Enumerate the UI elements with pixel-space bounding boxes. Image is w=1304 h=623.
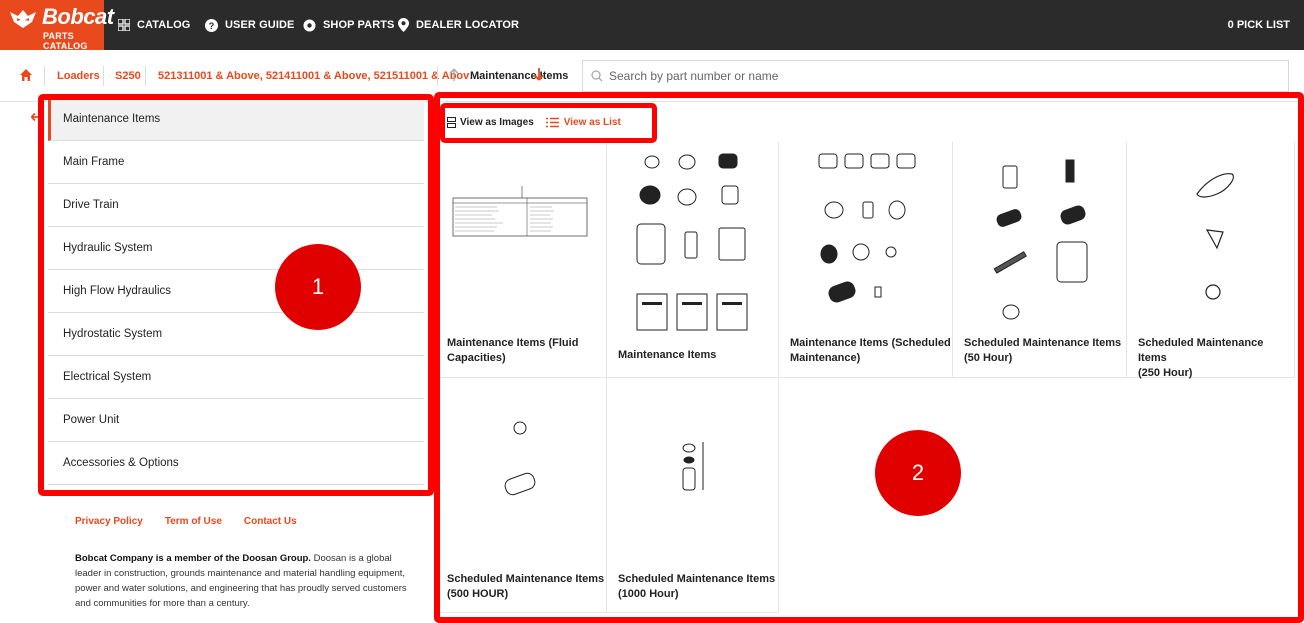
catalog-card-500-hour[interactable]: Scheduled Maintenance Items (500 HOUR) — [437, 378, 607, 613]
grid-view-icon — [447, 116, 456, 128]
annotation-marker-1: 1 — [275, 244, 361, 330]
bobcat-logo-icon — [10, 10, 36, 28]
catalog-card-maintenance-items[interactable]: Maintenance Items — [607, 142, 779, 378]
nav-dealer-locator[interactable]: DEALER LOCATOR — [398, 0, 519, 50]
view-as-images-label: View as Images — [460, 116, 534, 128]
card-title-line: Scheduled Maintenance Items — [1138, 337, 1264, 364]
500-hour-parts-image — [504, 421, 536, 496]
nav-shop-parts[interactable]: SHOP PARTS — [303, 0, 395, 50]
nav-shop-parts-label: SHOP PARTS — [323, 19, 395, 31]
terms-of-use-link[interactable]: Term of Use — [165, 516, 222, 527]
contact-us-link[interactable]: Contact Us — [244, 516, 297, 527]
sidebar-item-electrical-system[interactable]: Electrical System — [48, 356, 424, 399]
catalog-card-50-hour[interactable]: Scheduled Maintenance Items (50 Hour) — [953, 142, 1127, 378]
50-hour-parts-image — [993, 159, 1088, 320]
1000-hour-parts-image — [682, 442, 704, 491]
svg-text:?: ? — [209, 21, 215, 31]
view-as-images-button[interactable]: View as Images — [447, 116, 534, 128]
company-description-bold: Bobcat Company is a member of the Doosan… — [75, 553, 311, 564]
card-title-line: Scheduled Maintenance Items — [447, 573, 605, 585]
card-title: Maintenance Items (Fluid Capacities) — [447, 336, 578, 366]
nav-dealer-locator-label: DEALER LOCATOR — [416, 19, 520, 31]
card-title-line: Scheduled Maintenance Items — [618, 573, 776, 585]
card-title: Scheduled Maintenance Items (250 Hour) — [1138, 336, 1294, 381]
maintenance-parts-image — [636, 153, 748, 331]
card-title-line: Capacities) — [447, 352, 506, 364]
card-title-line: Maintenance Items (Fluid — [447, 337, 579, 349]
card-title: Scheduled Maintenance Items (1000 Hour) — [618, 572, 775, 602]
home-icon[interactable] — [19, 68, 33, 82]
breadcrumb-divider — [145, 66, 146, 86]
card-title: Scheduled Maintenance Items (50 Hour) — [964, 336, 1121, 366]
pick-list-button[interactable]: 0 PICK LIST — [1228, 0, 1290, 50]
250-hour-parts-image — [1196, 173, 1234, 300]
nav-user-guide[interactable]: ? USER GUIDE — [205, 0, 294, 50]
sidebar-item-high-flow-hydraulics[interactable]: High Flow Hydraulics — [48, 270, 424, 313]
sidebar-item-hydraulic-system[interactable]: Hydraulic System — [48, 227, 424, 270]
catalog-card-1000-hour[interactable]: Scheduled Maintenance Items (1000 Hour) — [607, 378, 779, 613]
sidebar-item-accessories-options[interactable]: Accessories & Options — [48, 442, 424, 485]
bobcat-logo[interactable]: Bobcat PARTS CATALOG — [0, 0, 114, 51]
sidebar-item-drive-train[interactable]: Drive Train — [48, 184, 424, 227]
annotation-marker-2: 2 — [875, 430, 961, 516]
current-category-label[interactable]: Maintenance Items — [470, 50, 568, 102]
breadcrumb-serial-range[interactable]: 521311001 & Above, 521411001 & Above, 52… — [158, 50, 480, 102]
footer-links: Privacy Policy Term of Use Contact Us — [75, 516, 319, 527]
arrow-up-icon[interactable] — [449, 68, 459, 82]
card-title-line: (50 Hour) — [964, 352, 1013, 364]
sidebar-item-maintenance-items[interactable]: Maintenance Items — [48, 98, 424, 141]
catalog-card-fluid-capacities[interactable]: Maintenance Items (Fluid Capacities) — [437, 142, 607, 378]
catalog-card-scheduled-maintenance[interactable]: Maintenance Items (Scheduled Maintenance… — [779, 142, 953, 378]
card-title-line: (500 HOUR) — [447, 588, 509, 600]
brand-name: Bobcat — [42, 4, 114, 29]
breadcrumb-divider — [103, 66, 104, 86]
nav-catalog-label: CATALOG — [137, 19, 191, 31]
category-sidebar: Maintenance Items Main Frame Drive Train… — [40, 96, 432, 494]
view-toggle: View as Images View as List — [447, 111, 621, 133]
card-title: Maintenance Items — [618, 349, 717, 361]
top-navigation-bar: Bobcat PARTS CATALOG CATALOG ? USER GUID… — [0, 0, 1304, 51]
scheduled-maintenance-parts-image — [818, 153, 916, 303]
breadcrumb-divider — [44, 66, 45, 86]
privacy-policy-link[interactable]: Privacy Policy — [75, 516, 143, 527]
fluid-capacity-table-image — [452, 186, 588, 237]
search-icon — [591, 70, 603, 82]
breadcrumb: Loaders S250 521311001 & Above, 52141100… — [0, 50, 1304, 102]
gear-icon — [303, 19, 316, 31]
breadcrumb-model[interactable]: S250 — [115, 50, 141, 102]
grid-icon — [118, 19, 130, 31]
company-description: Bobcat Company is a member of the Doosan… — [75, 551, 417, 611]
brand-subtitle: PARTS CATALOG — [43, 31, 88, 51]
sidebar-item-power-unit[interactable]: Power Unit — [48, 399, 424, 442]
sidebar-item-hydrostatic-system[interactable]: Hydrostatic System — [48, 313, 424, 356]
catalog-card-250-hour[interactable]: Scheduled Maintenance Items (250 Hour) — [1127, 142, 1295, 381]
card-title-line: Maintenance Items (Scheduled — [790, 337, 951, 349]
card-title-line: (1000 Hour) — [618, 588, 679, 600]
breadcrumb-divider — [437, 66, 438, 86]
arrow-down-icon[interactable] — [534, 67, 544, 81]
search-input[interactable] — [607, 61, 1277, 91]
card-title-line: (250 Hour) — [1138, 367, 1193, 379]
card-title: Scheduled Maintenance Items (500 HOUR) — [447, 572, 604, 602]
card-title-line: Maintenance) — [790, 352, 861, 364]
sidebar-item-main-frame[interactable]: Main Frame — [48, 141, 424, 184]
view-as-list-label: View as List — [563, 116, 621, 128]
breadcrumb-loaders[interactable]: Loaders — [57, 50, 100, 102]
map-pin-icon — [398, 18, 409, 32]
search-box[interactable] — [582, 60, 1289, 92]
card-title: Maintenance Items (Scheduled Maintenance… — [790, 336, 951, 366]
view-as-list-button[interactable]: View as List — [545, 116, 621, 128]
card-title-line: Scheduled Maintenance Items — [964, 337, 1122, 349]
question-circle-icon: ? — [205, 18, 218, 32]
list-view-icon — [545, 117, 559, 127]
nav-user-guide-label: USER GUIDE — [225, 19, 295, 31]
nav-catalog[interactable]: CATALOG — [118, 0, 190, 50]
